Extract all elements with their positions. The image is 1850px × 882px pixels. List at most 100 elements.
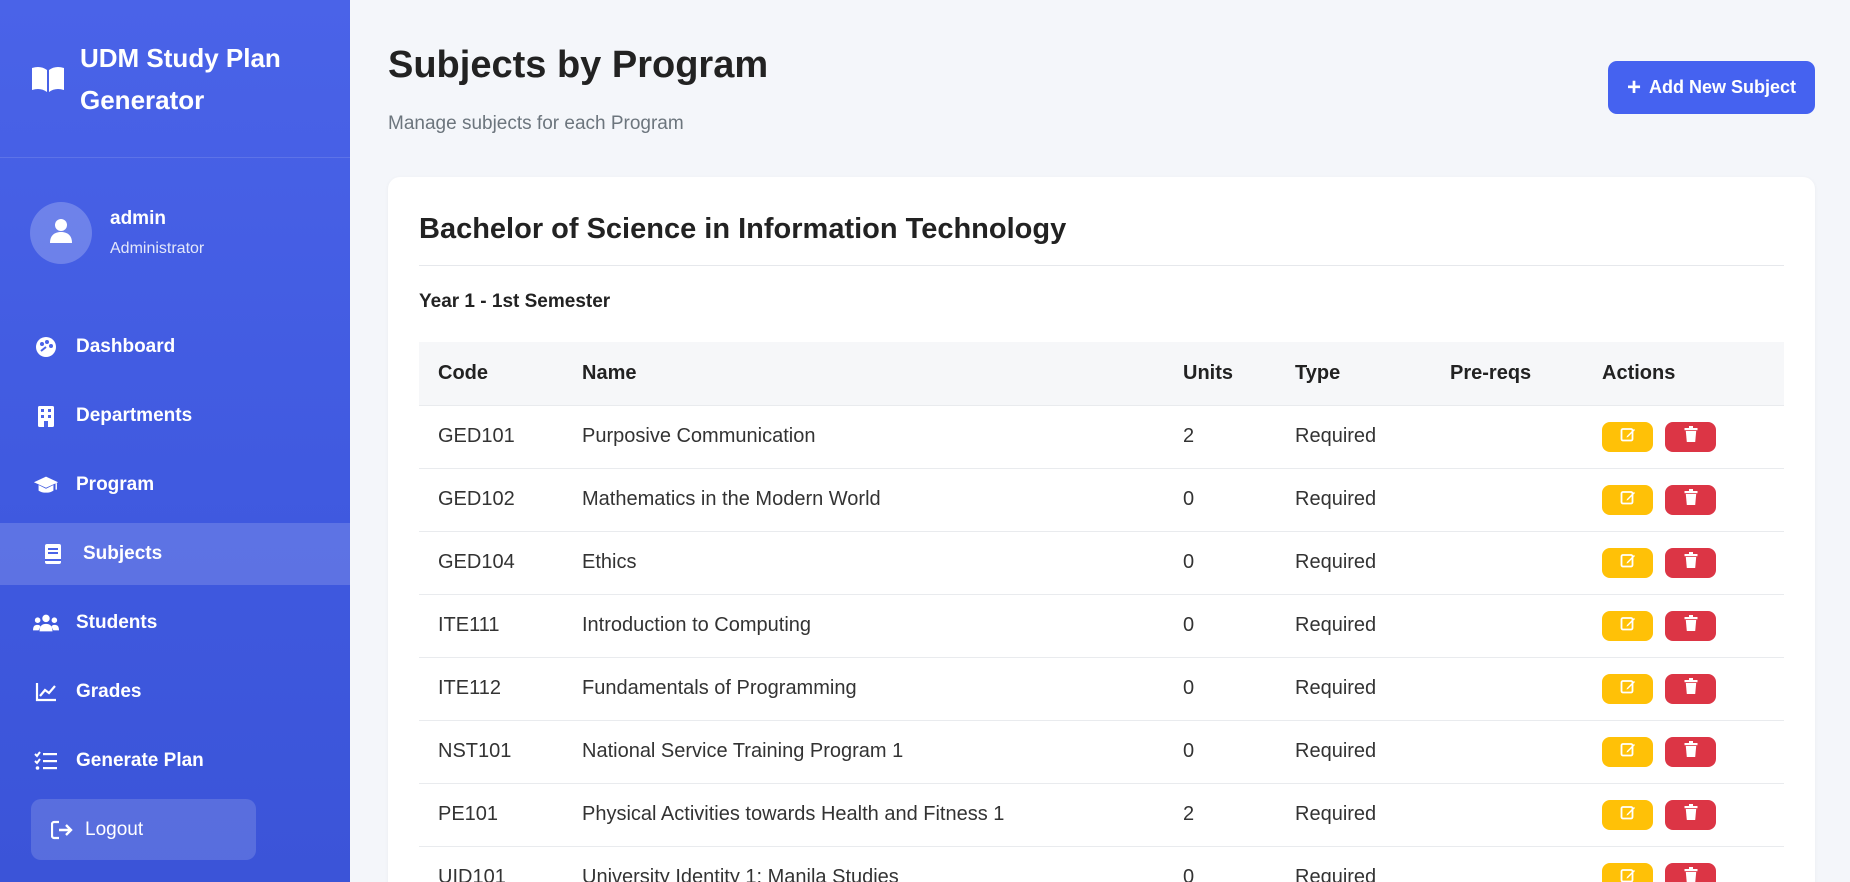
brand-title: UDM Study Plan Generator	[80, 42, 281, 115]
subject-prereqs	[1431, 783, 1583, 846]
main-content: Subjects by Program Manage subjects for …	[350, 0, 1850, 882]
brand[interactable]: UDM Study Plan Generator	[0, 0, 350, 158]
book-open-icon	[30, 65, 66, 93]
sidebar-item-students[interactable]: Students	[0, 592, 350, 654]
sidebar-item-generate-plan[interactable]: Generate Plan	[0, 730, 350, 792]
table-row: GED102 Mathematics in the Modern World 0…	[419, 468, 1784, 531]
trash-icon	[1684, 803, 1698, 826]
table-header-row: Code Name Units Type Pre-reqs Actions	[419, 342, 1784, 405]
sidebar-item-departments[interactable]: Departments	[0, 385, 350, 447]
sidebar-item-label: Grades	[76, 681, 142, 702]
delete-button[interactable]	[1665, 736, 1716, 767]
sidebar-item-grades[interactable]: Grades	[0, 661, 350, 723]
subject-units: 2	[1183, 803, 1195, 825]
subject-prereqs	[1431, 468, 1583, 531]
subject-units: 0	[1183, 677, 1195, 699]
plus-icon: +	[1626, 73, 1641, 101]
edit-button[interactable]	[1602, 484, 1653, 515]
list-check-icon	[33, 748, 59, 774]
subject-name: Ethics	[582, 551, 637, 573]
row-actions	[1583, 846, 1784, 882]
delete-button[interactable]	[1665, 673, 1716, 704]
row-actions	[1583, 783, 1784, 846]
delete-button[interactable]	[1665, 484, 1716, 515]
edit-icon	[1620, 425, 1636, 448]
subject-type: Required	[1295, 488, 1377, 510]
edit-button[interactable]	[1602, 610, 1653, 641]
sidebar-item-dashboard[interactable]: Dashboard	[0, 316, 350, 378]
semester-heading: Year 1 - 1st Semester	[419, 291, 611, 312]
subject-type: Required	[1295, 551, 1377, 573]
edit-button[interactable]	[1602, 547, 1653, 578]
sidebar-item-subjects[interactable]: Subjects	[0, 523, 350, 585]
subject-code: GED101	[438, 425, 515, 447]
subject-code: ITE111	[438, 614, 500, 636]
graduation-cap-icon	[33, 472, 59, 498]
program-card: Bachelor of Science in Information Techn…	[388, 177, 1815, 882]
edit-button[interactable]	[1602, 862, 1653, 882]
table-row: NST101 National Service Training Program…	[419, 720, 1784, 783]
table-body: GED101 Purposive Communication 2 Require…	[419, 405, 1784, 882]
edit-button[interactable]	[1602, 799, 1653, 830]
trash-icon	[1684, 488, 1698, 511]
trash-icon	[1684, 551, 1698, 574]
program-title: Bachelor of Science in Information Techn…	[419, 213, 1067, 245]
book-icon	[40, 541, 66, 567]
delete-button[interactable]	[1665, 799, 1716, 830]
chart-line-icon	[33, 679, 59, 705]
edit-button[interactable]	[1602, 673, 1653, 704]
row-actions	[1583, 468, 1784, 531]
delete-button[interactable]	[1665, 547, 1716, 578]
logout-button[interactable]: Logout	[31, 799, 256, 860]
row-actions	[1583, 720, 1784, 783]
sign-out-icon	[51, 820, 73, 840]
delete-button[interactable]	[1665, 862, 1716, 882]
subject-code: PE101	[438, 803, 499, 825]
trash-icon	[1684, 677, 1698, 700]
building-icon	[33, 403, 59, 429]
subject-units: 0	[1183, 488, 1195, 510]
subject-name: Purposive Communication	[582, 425, 816, 447]
add-new-subject-button[interactable]: + Add New Subject	[1608, 61, 1815, 114]
subjects-table: Code Name Units Type Pre-reqs Actions GE…	[419, 342, 1784, 882]
edit-button[interactable]	[1602, 736, 1653, 767]
row-actions	[1583, 657, 1784, 720]
subject-prereqs	[1431, 405, 1583, 468]
column-header-code: Code	[438, 361, 488, 384]
table-row: UID101 University Identity 1: Manila Stu…	[419, 846, 1784, 882]
subject-type: Required	[1295, 740, 1377, 762]
trash-icon	[1684, 425, 1698, 448]
sidebar-item-program[interactable]: Program	[0, 454, 350, 516]
add-new-subject-label: Add New Subject	[1649, 77, 1797, 97]
subject-type: Required	[1295, 425, 1377, 447]
sidebar-item-label: Departments	[76, 405, 193, 426]
edit-icon	[1620, 551, 1636, 574]
subject-code: NST101	[438, 740, 512, 762]
subject-prereqs	[1431, 657, 1583, 720]
subject-type: Required	[1295, 677, 1377, 699]
row-actions	[1583, 594, 1784, 657]
subject-code: ITE112	[438, 677, 501, 699]
column-header-prereqs: Pre-reqs	[1450, 361, 1532, 384]
edit-icon	[1620, 803, 1636, 826]
subject-code: GED104	[438, 551, 515, 573]
edit-icon	[1620, 740, 1636, 763]
edit-button[interactable]	[1602, 421, 1653, 452]
table-row: GED104 Ethics 0 Required	[419, 531, 1784, 594]
divider	[419, 265, 1784, 266]
trash-icon	[1684, 614, 1698, 637]
subject-prereqs	[1431, 594, 1583, 657]
delete-button[interactable]	[1665, 421, 1716, 452]
table-row: PE101 Physical Activities towards Health…	[419, 783, 1784, 846]
edit-icon	[1620, 614, 1636, 637]
edit-icon	[1620, 488, 1636, 511]
subject-units: 0	[1183, 740, 1195, 762]
sidebar-item-label: Generate Plan	[76, 750, 204, 771]
trash-icon	[1684, 740, 1698, 763]
subject-name: Physical Activities towards Health and F…	[582, 803, 1005, 825]
user-profile: admin Administrator	[0, 158, 350, 308]
sidebar-item-label: Program	[76, 474, 155, 495]
column-header-type: Type	[1295, 361, 1341, 384]
palette-icon	[33, 334, 59, 360]
delete-button[interactable]	[1665, 610, 1716, 641]
